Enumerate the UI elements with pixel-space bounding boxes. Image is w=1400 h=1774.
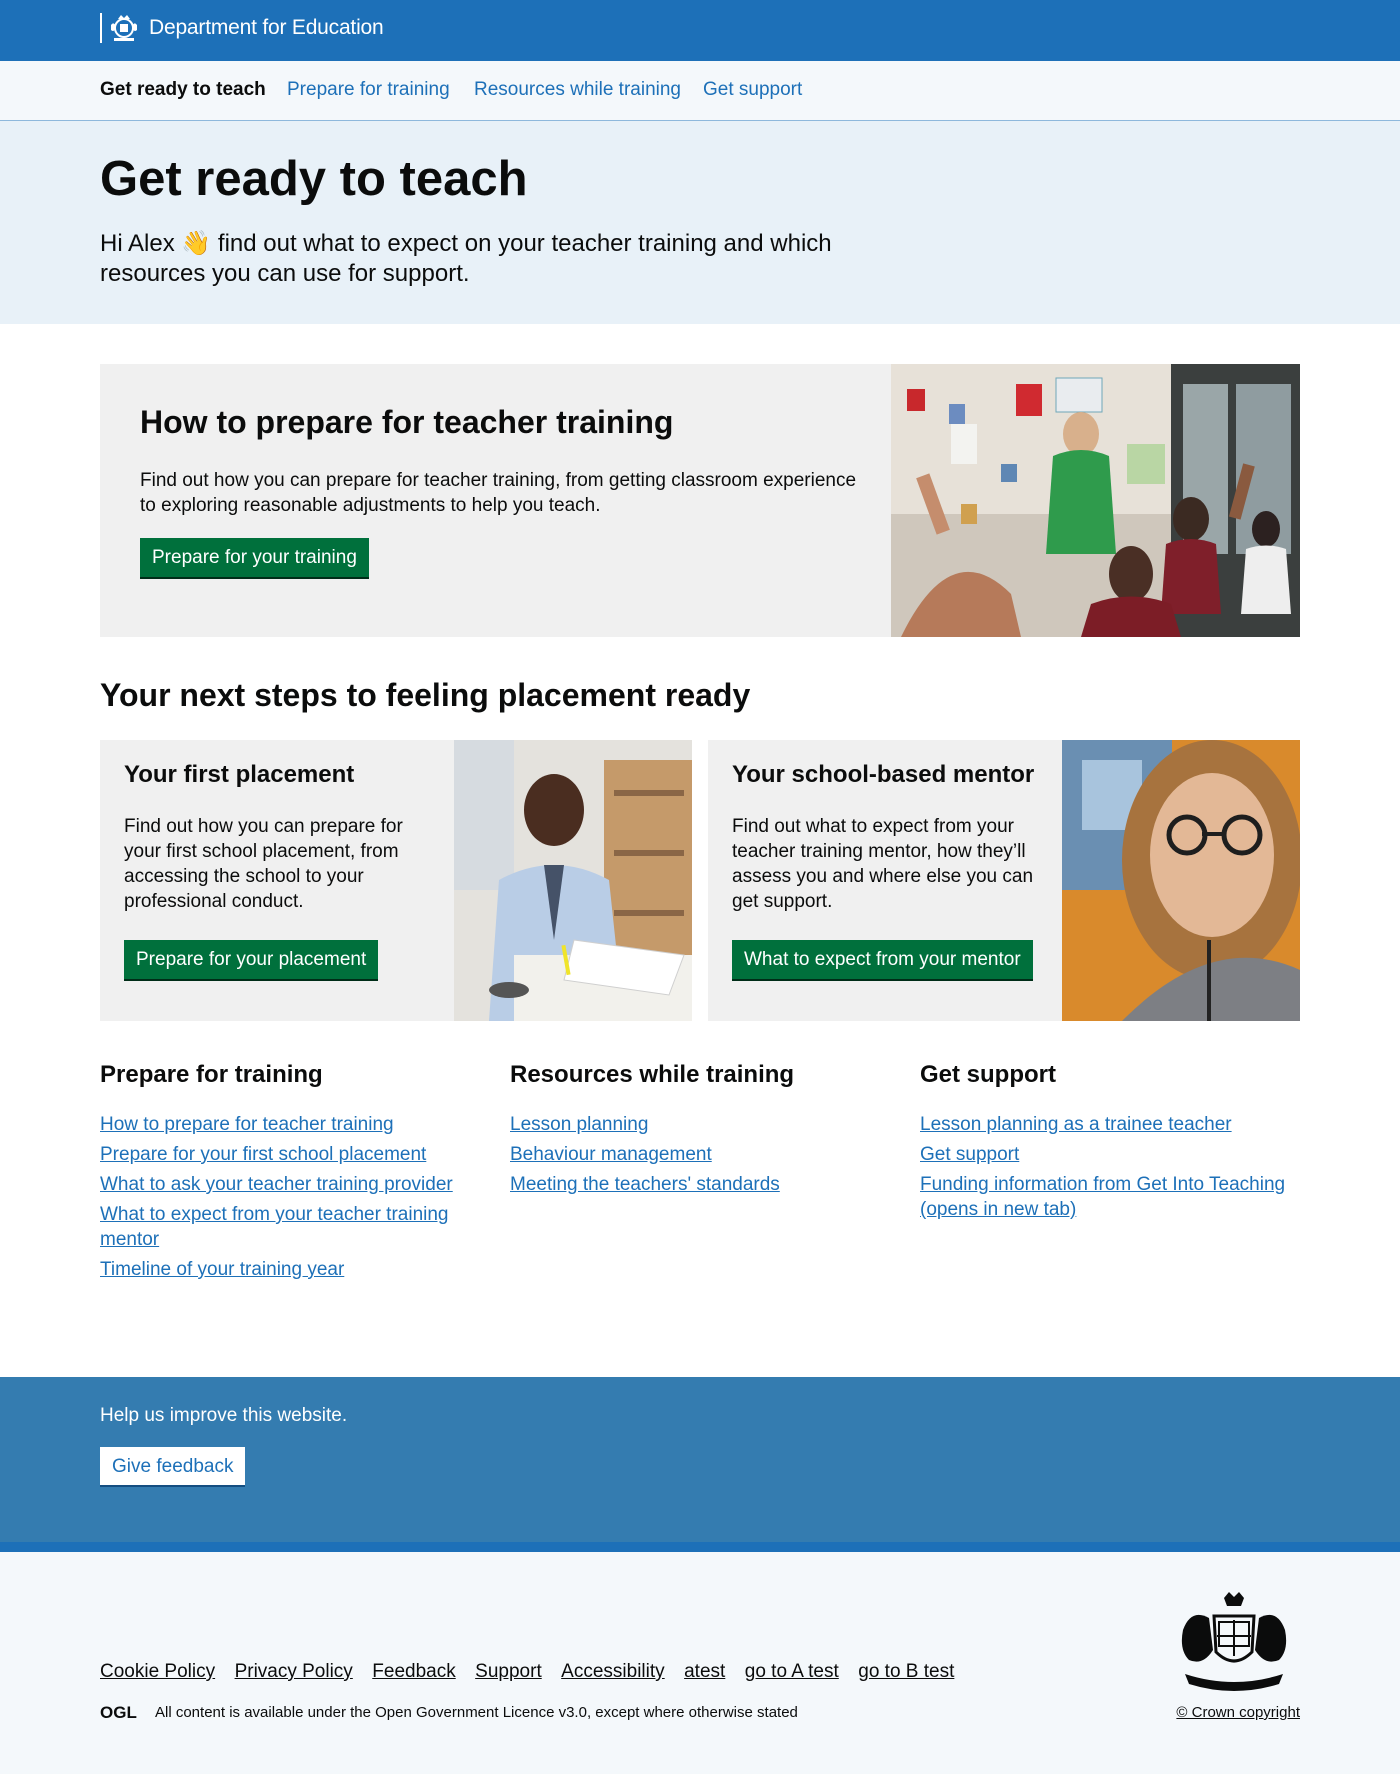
footer-link-atest[interactable]: atest — [684, 1661, 725, 1682]
footer-link-b-test[interactable]: go to B test — [858, 1661, 954, 1682]
feature-heading: How to prepare for teacher training — [140, 404, 674, 440]
column-heading: Resources while training — [510, 1061, 795, 1088]
hero: Get ready to teach Hi Alex 👋 find out wh… — [0, 121, 1400, 324]
link-lesson-planning-trainee[interactable]: Lesson planning as a trainee teacher — [920, 1112, 1300, 1137]
mentor-expectations-button[interactable]: What to expect from your mentor — [732, 940, 1033, 979]
link-how-to-prepare[interactable]: How to prepare for teacher training — [100, 1112, 480, 1137]
service-navigation: Get ready to teach Prepare for training … — [0, 61, 1400, 121]
footer-link-feedback[interactable]: Feedback — [372, 1661, 455, 1682]
footer-link-a-test[interactable]: go to A test — [745, 1661, 839, 1682]
column-heading: Prepare for training — [100, 1061, 323, 1088]
link-get-support[interactable]: Get support — [920, 1142, 1300, 1167]
nav-get-ready-to-teach[interactable]: Get ready to teach — [100, 78, 266, 102]
card-body: Find out what to expect from your teache… — [732, 816, 1034, 912]
first-placement-card: Your first placement Find out how you ca… — [100, 740, 692, 1021]
ogl-logo-icon: OGL — [100, 1703, 137, 1721]
header-divider — [100, 13, 102, 43]
footer-link-cookie-policy[interactable]: Cookie Policy — [100, 1661, 215, 1682]
trainee-teacher-photo — [454, 740, 692, 1021]
get-support-links: Get support Lesson planning as a trainee… — [920, 1060, 1300, 1227]
licence-suffix: , except where otherwise stated — [586, 1704, 798, 1721]
resources-while-training-links: Resources while training Lesson planning… — [510, 1060, 890, 1202]
card-heading: Your school-based mentor — [732, 761, 1035, 788]
prepare-for-training-links: Prepare for training How to prepare for … — [100, 1060, 480, 1287]
site-footer: Cookie Policy Privacy Policy Feedback Su… — [0, 1552, 1400, 1774]
feedback-text: Help us improve this website. — [100, 1405, 348, 1426]
footer-links: Cookie Policy Privacy Policy Feedback Su… — [100, 1659, 969, 1684]
mentor-card: Your school-based mentor Find out what t… — [708, 740, 1300, 1021]
link-training-timeline[interactable]: Timeline of your training year — [100, 1257, 480, 1282]
column-heading: Get support — [920, 1061, 1056, 1088]
licence-prefix: All content is available under the — [155, 1704, 376, 1721]
royal-crest-icon — [111, 15, 137, 41]
give-feedback-button[interactable]: Give feedback — [100, 1447, 246, 1485]
classroom-photo — [891, 364, 1300, 637]
footer-link-accessibility[interactable]: Accessibility — [561, 1661, 664, 1682]
link-teachers-standards[interactable]: Meeting the teachers' standards — [510, 1172, 890, 1197]
link-first-school-placement[interactable]: Prepare for your first school placement — [100, 1142, 480, 1167]
link-behaviour-management[interactable]: Behaviour management — [510, 1142, 890, 1167]
feature-card: How to prepare for teacher training Find… — [100, 364, 1300, 637]
feedback-banner: Help us improve this website. Give feedb… — [0, 1377, 1400, 1552]
crown-copyright-link[interactable]: © Crown copyright — [1176, 1703, 1300, 1723]
page-title: Get ready to teach — [100, 152, 528, 206]
link-ask-training-provider[interactable]: What to ask your teacher training provid… — [100, 1172, 480, 1197]
footer-link-support[interactable]: Support — [475, 1661, 542, 1682]
royal-coat-of-arms-icon — [1181, 1592, 1287, 1691]
nav-get-support[interactable]: Get support — [703, 78, 802, 102]
header-home-link[interactable]: Department for Education — [149, 15, 384, 41]
card-body: Find out how you can prepare for your fi… — [124, 816, 403, 912]
open-government-licence-link[interactable]: Open Government Licence v3.0 — [375, 1704, 587, 1721]
mentor-portrait-photo — [1062, 740, 1300, 1021]
card-heading: Your first placement — [124, 761, 355, 788]
link-funding-information[interactable]: Funding information from Get Into Teachi… — [920, 1172, 1300, 1222]
prepare-training-button[interactable]: Prepare for your training — [140, 538, 369, 577]
svg-text:OGL: OGL — [100, 1703, 137, 1721]
feature-body: Find out how you can prepare for teacher… — [140, 470, 857, 516]
footer-link-privacy-policy[interactable]: Privacy Policy — [235, 1661, 353, 1682]
nav-resources-while-training[interactable]: Resources while training — [474, 78, 681, 102]
prepare-placement-button[interactable]: Prepare for your placement — [124, 940, 379, 979]
site-header: Department for Education — [0, 0, 1400, 61]
link-expect-from-mentor[interactable]: What to expect from your teacher trainin… — [100, 1202, 480, 1252]
next-steps-heading: Your next steps to feeling placement rea… — [100, 677, 751, 713]
link-lesson-planning[interactable]: Lesson planning — [510, 1112, 890, 1137]
licence-text: All content is available under the Open … — [155, 1703, 798, 1723]
nav-prepare-for-training[interactable]: Prepare for training — [287, 78, 450, 102]
hero-intro: Hi Alex 👋 find out what to expect on you… — [100, 230, 832, 287]
